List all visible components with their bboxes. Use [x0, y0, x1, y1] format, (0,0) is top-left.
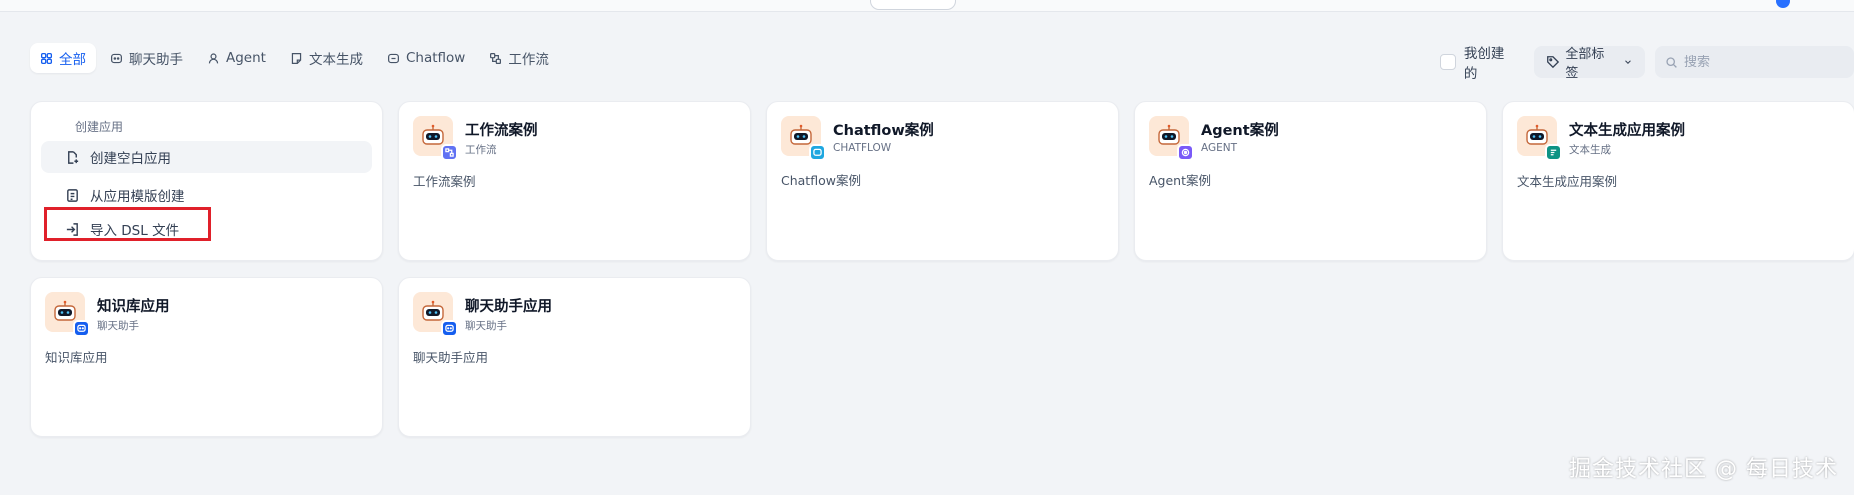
- created-by-me-label: 我创建的: [1463, 46, 1505, 82]
- app-type: CHATFLOW: [833, 142, 892, 154]
- tab-chatflow[interactable]: Chatflow: [377, 43, 475, 73]
- chat-badge-icon: [441, 320, 458, 337]
- app-avatar: [1517, 116, 1562, 161]
- filter-tools: 我创建的 全部标签: [1440, 42, 1854, 82]
- create-blank-app-button[interactable]: 创建空白应用: [41, 141, 372, 173]
- agent-badge-icon: [1177, 144, 1194, 161]
- document-icon: [291, 52, 302, 64]
- user-avatar[interactable]: [1776, 0, 1790, 8]
- chatflow-icon: [387, 53, 399, 63]
- top-bar: [0, 0, 1854, 12]
- create-item-label: 导入 DSL 文件: [90, 223, 180, 239]
- app-description: Agent案例: [1149, 173, 1211, 188]
- created-by-me-checkbox[interactable]: [1440, 54, 1456, 70]
- app-card[interactable]: Chatflow案例 CHATFLOW Chatflow案例: [766, 101, 1119, 261]
- workflow-badge-icon: [441, 144, 458, 161]
- app-avatar: [1149, 116, 1194, 161]
- app-card[interactable]: 聊天助手应用 聊天助手 聊天助手应用: [398, 277, 751, 437]
- create-from-template-button[interactable]: 从应用模版创建: [41, 179, 372, 211]
- search-box: [1655, 46, 1854, 78]
- app-type: 聊天助手: [465, 320, 507, 332]
- create-app-title: 创建应用: [75, 120, 124, 134]
- app-name: 工作流案例: [465, 123, 538, 139]
- app-type: 工作流: [465, 144, 497, 156]
- app-name: 知识库应用: [97, 299, 170, 315]
- app-avatar: [413, 292, 458, 337]
- app-name: Chatflow案例: [833, 123, 934, 139]
- watermark: 掘金技术社区 @ 每日技术: [1569, 457, 1838, 482]
- app-description: 知识库应用: [45, 350, 108, 365]
- tab-text-generation[interactable]: 文本生成: [280, 43, 373, 73]
- app-name: 文本生成应用案例: [1569, 123, 1685, 139]
- app-type: 聊天助手: [97, 320, 139, 332]
- tab-chat-assistant[interactable]: 聊天助手: [100, 43, 193, 73]
- app-description: 工作流案例: [413, 174, 476, 189]
- create-item-label: 从应用模版创建: [90, 189, 185, 205]
- new-file-icon: [68, 150, 79, 164]
- import-icon: [66, 222, 78, 236]
- tab-label: 全部: [59, 52, 86, 68]
- app-type: AGENT: [1201, 142, 1238, 154]
- tab-label: Agent: [226, 50, 266, 66]
- app-card[interactable]: 知识库应用 聊天助手 知识库应用: [30, 277, 383, 437]
- app-description: 聊天助手应用: [413, 350, 489, 365]
- app-name: 聊天助手应用: [465, 299, 552, 315]
- template-icon: [67, 188, 78, 202]
- created-by-me-filter[interactable]: 我创建的: [1440, 42, 1518, 82]
- app-card[interactable]: Agent案例 AGENT Agent案例: [1134, 101, 1487, 261]
- search-input[interactable]: [1684, 54, 1844, 70]
- tag-icon: [1546, 56, 1559, 69]
- app-avatar: [413, 116, 458, 161]
- create-app-card: 创建应用 创建空白应用 从应用模版创建 导入 DSL 文件: [30, 101, 383, 261]
- top-pill[interactable]: [870, 0, 956, 10]
- chat-bubble-icon: [111, 53, 122, 63]
- chatflow-badge-icon: [809, 144, 826, 161]
- tab-label: 文本生成: [308, 52, 363, 68]
- create-item-label: 创建空白应用: [90, 151, 171, 167]
- app-card[interactable]: 工作流案例 工作流 工作流案例: [398, 101, 751, 261]
- app-card[interactable]: 文本生成应用案例 文本生成 文本生成应用案例: [1502, 101, 1854, 261]
- import-dsl-button[interactable]: 导入 DSL 文件: [41, 213, 372, 245]
- text-gen-badge-icon: [1545, 144, 1562, 161]
- tag-filter-button[interactable]: 全部标签: [1533, 46, 1645, 81]
- search-icon: [1666, 56, 1677, 68]
- workflow-icon: [490, 52, 502, 64]
- tag-filter-label: 全部标签: [1565, 47, 1605, 81]
- tab-agent[interactable]: Agent: [197, 43, 276, 73]
- app-type-tabs: 全部 聊天助手 Agent 文本生成 Chatflow 工作流: [30, 43, 563, 73]
- grid-icon: [40, 52, 53, 64]
- tab-label: 聊天助手: [129, 52, 183, 68]
- app-type: 文本生成: [1569, 144, 1611, 156]
- tab-label: 工作流: [508, 52, 549, 68]
- agent-icon: [208, 52, 219, 63]
- app-avatar: [45, 292, 90, 337]
- app-name: Agent案例: [1201, 123, 1279, 139]
- chevron-down-icon: [1625, 60, 1631, 64]
- tab-all[interactable]: 全部: [30, 43, 96, 73]
- app-description: 文本生成应用案例: [1517, 174, 1618, 189]
- tab-workflow[interactable]: 工作流: [479, 43, 559, 73]
- tab-label: Chatflow: [405, 50, 466, 66]
- chat-badge-icon: [73, 320, 90, 337]
- app-description: Chatflow案例: [781, 173, 861, 188]
- app-avatar: [781, 116, 826, 161]
